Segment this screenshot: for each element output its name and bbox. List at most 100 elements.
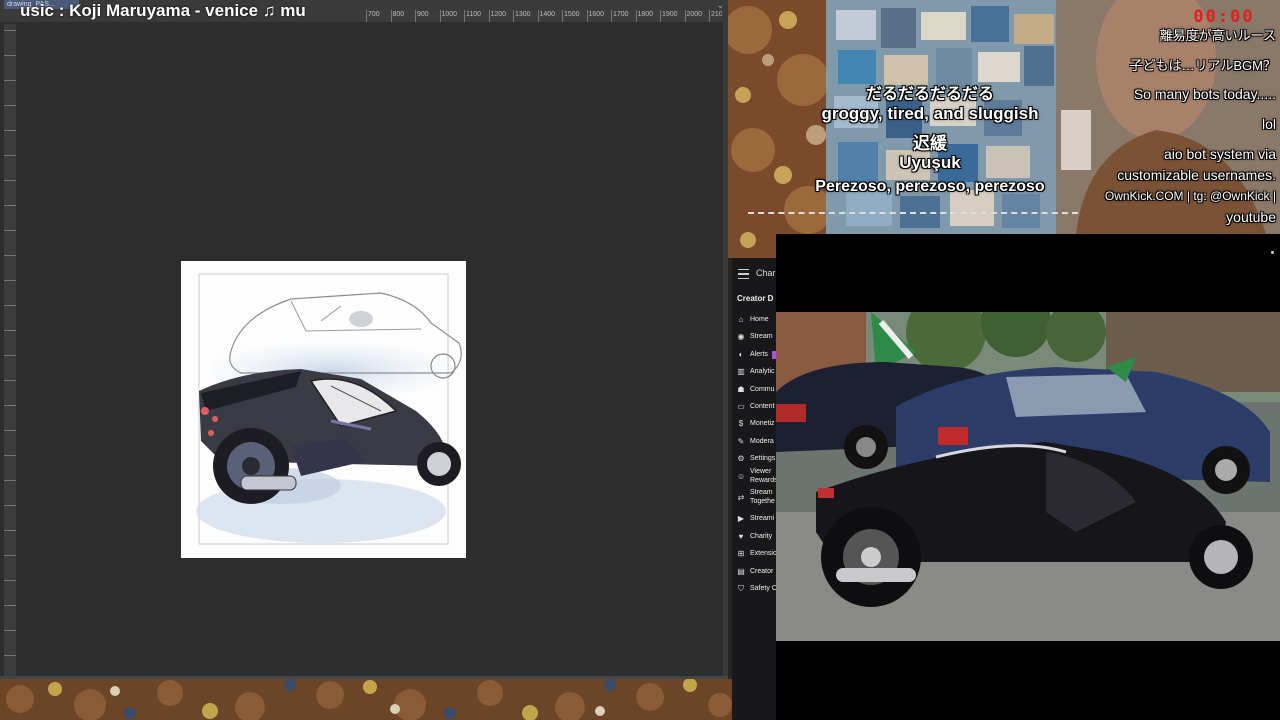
ruler-tick — [635, 10, 637, 22]
channel-name[interactable]: Char — [756, 268, 776, 278]
sidebar-item-monetiz[interactable]: $ Monetiz — [732, 417, 776, 433]
sidebar-item-charity[interactable]: ♥ Charity — [732, 530, 776, 546]
ruler-tick — [660, 10, 661, 22]
sidebar-item-creator[interactable]: ▤ Creator — [732, 565, 776, 581]
sidebar-item-stream[interactable]: ◉ Stream — [732, 330, 776, 346]
chat-line-2: 子どもは…リアルBGM？ — [1129, 58, 1276, 73]
alerts-icon: ◐ — [738, 349, 744, 359]
ruler-tick — [4, 580, 16, 581]
ruler-tick — [4, 455, 16, 456]
sidebar-item-label: Monetiz — [750, 420, 775, 428]
dashed-divider — [748, 212, 1078, 214]
ruler-tick-label: 700 — [368, 11, 380, 18]
settings-icon: ⚙ — [737, 454, 745, 464]
chat-line-8: youtube — [1226, 209, 1276, 225]
sidebar-item-safety-c[interactable]: ⛉ Safety C — [732, 582, 776, 598]
sidebar-item-label: Extensio — [750, 550, 776, 558]
sidebar-item-analytic[interactable]: ▥ Analytic — [732, 365, 776, 381]
sidebar-item-label: Streami — [750, 515, 775, 523]
ruler-tick — [4, 155, 16, 156]
ruler-tick-label: 1200 — [490, 11, 507, 18]
ruler-tick-label: 1500 — [564, 11, 580, 18]
ruler-tick — [4, 605, 16, 606]
caption-chinese: 迟緩 — [913, 134, 947, 153]
ruler-tick — [586, 10, 588, 22]
ruler-tick-label: 1900 — [662, 11, 678, 18]
stream-timer: 00:00 — [1193, 7, 1255, 27]
chat-line-5: aio bot system via — [1163, 146, 1276, 162]
wallpaper-strip — [0, 679, 732, 720]
ruler-tick — [4, 180, 16, 181]
sidebar-item-label: Commu — [750, 385, 775, 393]
sidebar-item-label: Home — [750, 316, 769, 323]
sidebar-item-alerts[interactable]: ◐ Alerts — [732, 348, 776, 364]
chat-line-4: lol — [1261, 116, 1276, 132]
creator-dashboard-sidebar: Char Creator D ⌂ Home ◉ Stream ◐ Alerts ▥ Analy… — [732, 258, 776, 720]
drawing-app-window: drawing_PAS... usic : Koji Maruyama - ve… — [0, 0, 728, 679]
ruler-tick — [684, 10, 686, 22]
sidebar-item-commu[interactable]: ☗ Commu — [732, 383, 776, 399]
sidebar-item-streami[interactable]: ▶ Streami — [732, 512, 776, 528]
sidebar-item-label: Content — [750, 403, 775, 410]
ruler-tick — [4, 480, 16, 481]
ruler-tick — [4, 80, 16, 81]
sidebar-item-home[interactable]: ⌂ Home — [732, 313, 776, 329]
status-dot — [1271, 251, 1274, 254]
sidebar-item-content[interactable]: ▭ Content — [732, 400, 776, 416]
sidebar-item-label: Settings — [750, 455, 776, 463]
caption-japanese: だるだるだるだる — [865, 86, 994, 103]
ruler-tick — [4, 330, 16, 331]
ruler-tick — [464, 10, 465, 22]
sidebar-item-modera[interactable]: ✎ Modera — [732, 435, 776, 451]
monetization-icon: $ — [738, 419, 744, 429]
sidebar-item-label: Alerts — [750, 350, 768, 358]
caption-turkish: Uyuşuk — [899, 153, 961, 172]
sidebar-item-extensio[interactable]: ⊞ Extensio — [732, 547, 776, 563]
dashboard-section-title: Creator D — [737, 294, 774, 303]
preview-photo — [776, 312, 1280, 641]
sidebar-item-stream-togethe[interactable]: ⇄ Stream Togethe — [732, 489, 776, 507]
ruler-tick — [4, 630, 16, 631]
ruler-tick — [366, 10, 367, 22]
sidebar-item-label: Safety C — [750, 585, 776, 592]
ruler-tick — [709, 10, 710, 22]
ruler-tick — [562, 10, 563, 22]
ruler-tick — [4, 230, 16, 231]
viewer-rewards-icon: ☺ — [737, 471, 746, 481]
ruler-tick — [4, 30, 16, 31]
vertical-ruler — [4, 24, 16, 676]
menu-icon[interactable] — [738, 269, 749, 279]
ruler-tick — [611, 10, 612, 22]
ruler-tick — [4, 655, 16, 656]
ruler-tick — [4, 530, 16, 531]
ruler-tick-label: 1800 — [637, 11, 654, 18]
ruler-tick — [4, 380, 16, 381]
ruler-tick — [4, 555, 16, 556]
ruler-tick — [4, 205, 16, 206]
caption-spanish: Perezoso, perezoso, perezoso — [815, 178, 1045, 195]
horizontal-ruler: 700 800 900 1000 1100 1200 1300 1400 1500 1600 170… — [360, 10, 722, 22]
ruler-tick-label: 1600 — [588, 11, 605, 18]
safety-center-icon: ⛉ — [738, 584, 744, 593]
ruler-tick-label: 1700 — [613, 11, 629, 18]
ruler-tick-label: 1400 — [539, 11, 556, 18]
chevron-down-icon[interactable]: ⌄ — [716, 0, 724, 11]
sidebar-item-label: Charity — [750, 532, 773, 540]
drawing-canvas[interactable] — [181, 261, 466, 558]
creator-camp-icon: ▤ — [737, 566, 745, 576]
ruler-tick — [439, 10, 441, 22]
chat-line-7: OwnKick.COM | tg: @OwnKick | — [1104, 189, 1276, 203]
ruler-tick — [513, 10, 514, 22]
dashboard-header: Char — [732, 266, 776, 282]
sidebar-item-viewer-rewards[interactable]: ☺ Viewer Rewards — [732, 468, 776, 486]
content-icon: ▭ — [737, 402, 745, 411]
sidebar-item-label: Stream Togethe — [750, 489, 775, 505]
ruler-tick-label: 2100 — [711, 11, 722, 18]
ruler-tick-label: 900 — [417, 11, 429, 18]
chat-line-6: customizable usernames. — [1117, 167, 1276, 183]
extensions-icon: ⊞ — [737, 549, 745, 559]
stream-icon: ◉ — [737, 332, 745, 342]
ruler-tick — [4, 255, 16, 256]
sidebar-item-label: Creator — [750, 567, 774, 575]
streaming-tools-icon: ▶ — [737, 514, 745, 524]
